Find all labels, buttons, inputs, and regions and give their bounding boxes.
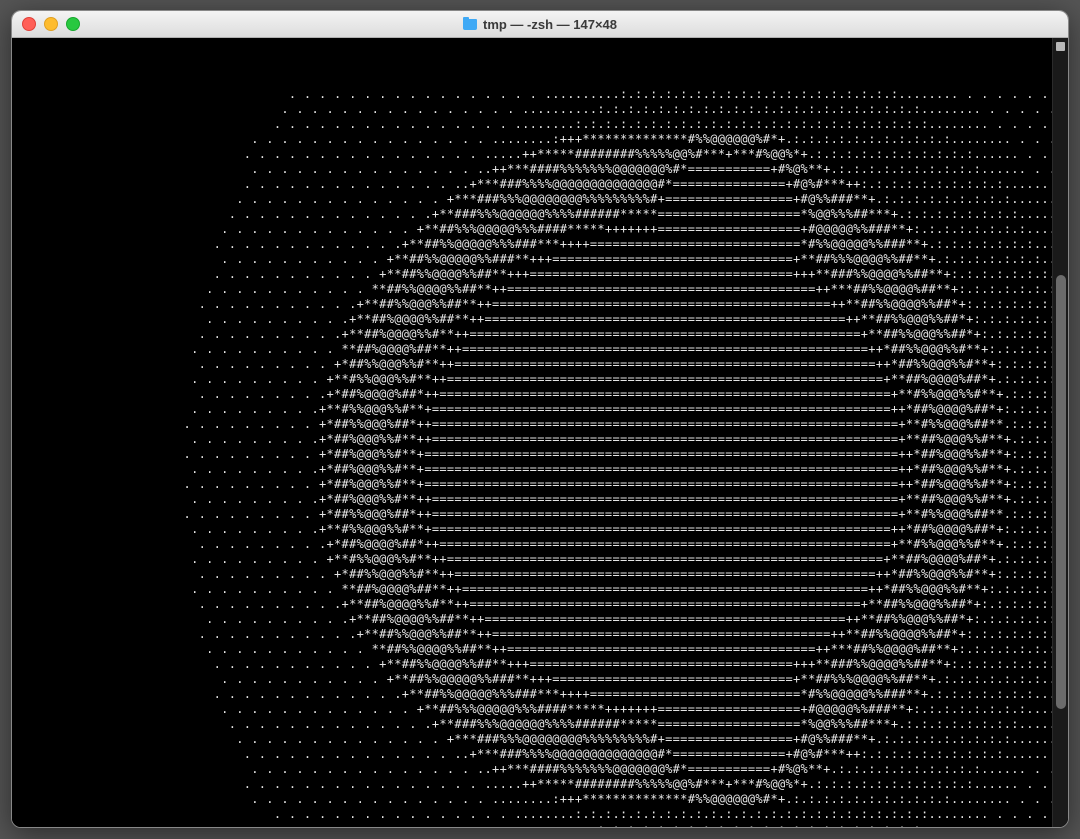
ascii-line: . . . . . . . . . . . . . . ..+***###%%%… xyxy=(18,177,1052,192)
ascii-line: . . . . . . . . . . . . . . . . ........… xyxy=(18,102,1052,117)
window-title: tmp — -zsh — 147×48 xyxy=(12,17,1068,32)
ascii-line: . . . . . . . . . . **##%@@@@%##**++====… xyxy=(18,582,1052,597)
folder-icon xyxy=(463,19,477,30)
ascii-line: . . . . . . . . . . . . . . . . .....++*… xyxy=(18,147,1052,162)
ascii-line: . . . . . . . . . . **##%@@@@%##**++====… xyxy=(18,342,1052,357)
ascii-line: . . . . . . . . . +*##%@@@%%#**+========… xyxy=(18,447,1052,462)
ascii-line: . . . . . . . . . +*##%%@@@%%#**++======… xyxy=(18,567,1052,582)
ascii-line: . . . . . . . . . . . . . +**##%%%@@@@@%… xyxy=(18,702,1052,717)
ascii-line: . . . . . . . . . . . . . .+**###%%%@@@@… xyxy=(18,207,1052,222)
ascii-line: . . . . . . . . . +*##%%@@@%##*++=======… xyxy=(18,417,1052,432)
ascii-line: . . . . . . . . . . .+**##%%@@@%%##**++=… xyxy=(18,297,1052,312)
ascii-line: . . . . . . . . . . . . . . ..+***###%%%… xyxy=(18,747,1052,762)
ascii-line: . . . . . . . . . .+**##%@@@@%%##**++===… xyxy=(18,612,1052,627)
ascii-line: . . . . . . . . . . . . . +**##%%%@@@@@%… xyxy=(18,222,1052,237)
ascii-line: . . . . . . . . . . . . . . . . . ......… xyxy=(18,87,1052,102)
window-title-text: tmp — -zsh — 147×48 xyxy=(483,17,617,32)
ascii-line: . . . . . . . . . +*##%@@@%%#**+========… xyxy=(18,477,1052,492)
terminal-viewport: . . . . . . . . . . . . . . . . . ......… xyxy=(12,38,1068,827)
titlebar: tmp — -zsh — 147×48 xyxy=(12,11,1068,38)
ascii-line: . . . . . . . . . . . +**##%%@@@@%%##**+… xyxy=(18,267,1052,282)
ascii-line: . . . . . . . . .+*##%@@@%%#**++========… xyxy=(18,492,1052,507)
ascii-line: . . . . . . . . .+**#%%@@@%%#**+========… xyxy=(18,522,1052,537)
scrollbar-thumb[interactable] xyxy=(1056,275,1066,709)
ascii-line: . . . . . . . . .+*##%@@@%%#**+=========… xyxy=(18,462,1052,477)
ascii-line: . . . . . . . . . . . . . . . . ........… xyxy=(18,132,1052,147)
ascii-line: . . . . . . . . . . . . . . +***###%%%@@… xyxy=(18,732,1052,747)
ascii-line: . . . . . . . . . . . . .+**##%%@@@@@%%%… xyxy=(18,687,1052,702)
ascii-line: . . . . . . . . . . . **##%%@@@@%%##**++… xyxy=(18,282,1052,297)
ascii-line: . . . . . . . . . . . . . . +***###%%%@@… xyxy=(18,192,1052,207)
ascii-line: . . . . . . . . . . . . . . . ..++***###… xyxy=(18,162,1052,177)
ascii-line: . . . . . . . . . . . . . .+**###%%%@@@@… xyxy=(18,717,1052,732)
ascii-line: . . . . . . . . . +*##%%@@@%##*++=======… xyxy=(18,507,1052,522)
ascii-line: . . . . . . . . . . . . . . . ..++***###… xyxy=(18,762,1052,777)
ascii-line: . . . . . . . . . . . . . . . . ........… xyxy=(18,807,1052,822)
ascii-line: . . . . . . . . . . . +**##%%@@@@@%%###*… xyxy=(18,672,1052,687)
ascii-line: . . . . . . . . . . . **##%%@@@@%%##**++… xyxy=(18,642,1052,657)
ascii-line: . . . . . . . . . .+**##%@@@@%%#**++====… xyxy=(18,597,1052,612)
ascii-line: . . . . . . . . .+**#%%@@@%%#**+========… xyxy=(18,402,1052,417)
ascii-line: . . . . . . . . . . . . . . . . .....++*… xyxy=(18,777,1052,792)
scroll-indicator-icon xyxy=(1056,42,1065,51)
ascii-line: . . . . . . . . .+*##%@@@%%#**++========… xyxy=(18,432,1052,447)
ascii-line: . . . . . . . . . . . . . . . . ........… xyxy=(18,117,1052,132)
scrollbar-track[interactable] xyxy=(1052,38,1068,827)
ascii-line: . . . . . . . . . . .+**##%%@@@%%##**++=… xyxy=(18,627,1052,642)
ascii-line: . . . . . . . . . . . +**##%%@@@@%%##**+… xyxy=(18,657,1052,672)
ascii-line: . . . . . . . . . . . . . . . . ........… xyxy=(18,792,1052,807)
ascii-line: . . . . . . . . . .+**##%@@@@%%##**++===… xyxy=(18,312,1052,327)
ascii-line: . . . . . . . . . . . . . . . . ........… xyxy=(18,822,1052,827)
ascii-line: . . . . . . . . .+*##%@@@@%##*++========… xyxy=(18,537,1052,552)
ascii-line: . . . . . . . . . +*##%%@@@%%#**++======… xyxy=(18,357,1052,372)
ascii-line: . . . . . . . . .+*##%@@@@%##*++========… xyxy=(18,387,1052,402)
terminal-window: tmp — -zsh — 147×48 . . . . . . . . . . … xyxy=(11,10,1069,828)
ascii-line: . . . . . . . . . .+**##%@@@@%%#**++====… xyxy=(18,327,1052,342)
ascii-line: . . . . . . . . . +**#%%@@@%%#**++======… xyxy=(18,552,1052,567)
terminal-output[interactable]: . . . . . . . . . . . . . . . . . ......… xyxy=(12,38,1052,827)
ascii-line: . . . . . . . . . . . +**##%%@@@@@%%###*… xyxy=(18,252,1052,267)
ascii-line: . . . . . . . . . +**#%%@@@%%#**++======… xyxy=(18,372,1052,387)
ascii-line: . . . . . . . . . . . . .+**##%%@@@@@%%%… xyxy=(18,237,1052,252)
